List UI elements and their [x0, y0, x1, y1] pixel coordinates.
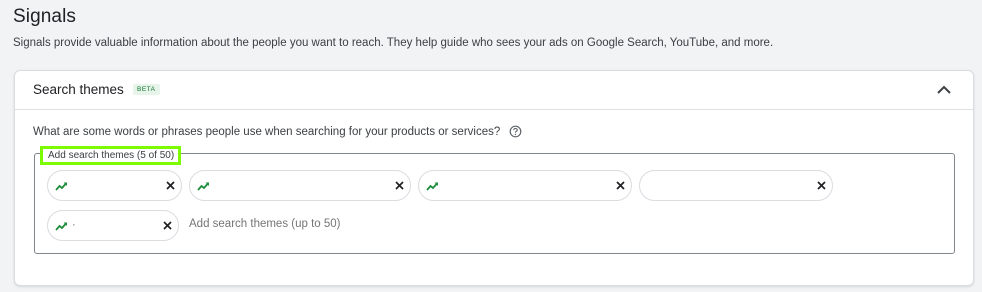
beta-badge: BETA	[133, 84, 160, 95]
search-themes-card: Search themes BETA What are some words o…	[14, 70, 974, 286]
add-search-theme-input[interactable]	[189, 218, 489, 230]
signals-page: Signals Signals provide valuable informa…	[0, 0, 982, 292]
search-themes-question: What are some words or phrases people us…	[33, 126, 501, 138]
close-icon[interactable]	[161, 219, 174, 232]
search-themes-field[interactable]	[34, 153, 955, 254]
card-title: Search themes	[33, 82, 124, 97]
chevron-up-icon[interactable]	[935, 83, 953, 97]
search-theme-chip[interactable]	[639, 170, 833, 201]
search-theme-chip[interactable]	[189, 170, 411, 201]
trending-icon	[55, 179, 68, 191]
close-icon[interactable]	[164, 179, 177, 192]
trending-icon	[55, 219, 68, 231]
close-icon[interactable]	[393, 179, 406, 192]
page-title: Signals	[13, 6, 77, 27]
chip-text: ·	[72, 219, 76, 231]
page-description: Signals provide valuable information abo…	[13, 37, 774, 49]
search-themes-field-label: Add search themes (5 of 50)	[40, 146, 182, 165]
close-icon[interactable]	[815, 179, 828, 192]
close-icon[interactable]	[614, 179, 627, 192]
search-theme-chip[interactable]: ·	[47, 210, 179, 241]
search-theme-chip[interactable]	[47, 170, 182, 201]
search-theme-chip[interactable]	[418, 170, 632, 201]
trending-icon	[426, 179, 439, 191]
trending-icon	[197, 179, 210, 191]
search-themes-header[interactable]: Search themes BETA	[15, 71, 973, 110]
help-icon[interactable]	[509, 125, 522, 138]
